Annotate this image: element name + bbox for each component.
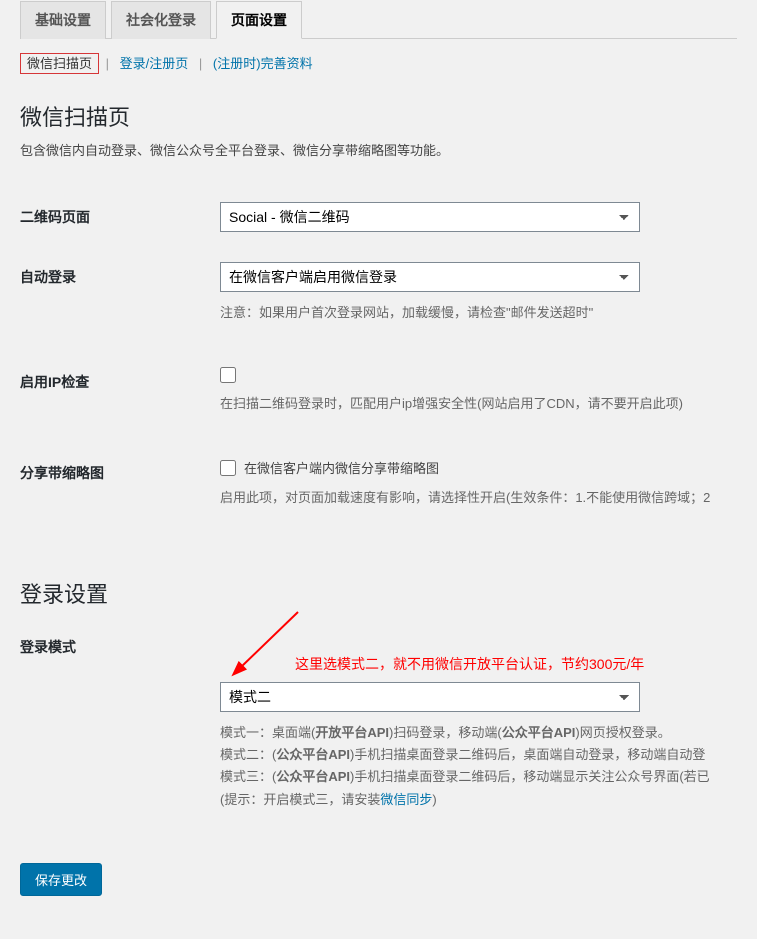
qr-page-select[interactable]: Social - 微信二维码	[220, 202, 640, 232]
subtab-complete-profile[interactable]: (注册时)完善资料	[209, 56, 317, 71]
form-table-login: 登录模式 这里选模式二，就不用微信开放平台认证，节约300元/年	[20, 617, 737, 838]
section-title-login-settings: 登录设置	[20, 577, 737, 609]
share-thumb-note: 启用此项，对页面加载速度有影响，请选择性开启(生效条件：1.不能使用微信跨域；2	[220, 487, 727, 509]
annotation-text: 这里选模式二，就不用微信开放平台认证，节约300元/年	[295, 654, 644, 674]
ip-check-checkbox[interactable]	[220, 367, 236, 383]
separator: |	[196, 56, 205, 71]
label-auto-login: 自动登录	[20, 247, 220, 352]
section-desc: 包含微信内自动登录、微信公众号全平台登录、微信分享带缩略图等功能。	[20, 140, 737, 159]
share-thumb-checkbox[interactable]	[220, 460, 236, 476]
form-table: 二维码页面 Social - 微信二维码 自动登录 在微信客户端启用微信登录 注…	[20, 187, 737, 537]
section-title-wechat-scan: 微信扫描页	[20, 100, 737, 132]
tab-page[interactable]: 页面设置	[216, 1, 302, 39]
wechat-sync-link[interactable]: 微信同步	[380, 792, 432, 807]
subtab-wechat-scan[interactable]: 微信扫描页	[20, 53, 99, 74]
tab-social[interactable]: 社会化登录	[111, 1, 211, 39]
save-button[interactable]: 保存更改	[20, 863, 102, 896]
label-share-thumb: 分享带缩略图	[20, 443, 220, 537]
auto-login-select[interactable]: 在微信客户端启用微信登录	[220, 262, 640, 292]
sub-tabs: 微信扫描页 | 登录/注册页 | (注册时)完善资料	[20, 53, 737, 72]
auto-login-note: 注意：如果用户首次登录网站，加载缓慢，请检查"邮件发送超时"	[220, 302, 727, 324]
label-login-mode: 登录模式	[20, 617, 220, 838]
label-qr-page: 二维码页面	[20, 187, 220, 247]
separator: |	[103, 56, 112, 71]
label-ip-check: 启用IP检查	[20, 352, 220, 443]
tab-basic[interactable]: 基础设置	[20, 1, 106, 39]
login-mode-note: 模式一：桌面端(开放平台API)扫码登录，移动端(公众平台API)网页授权登录。…	[220, 722, 727, 810]
share-thumb-checkbox-label: 在微信客户端内微信分享带缩略图	[244, 458, 439, 477]
ip-check-note: 在扫描二维码登录时，匹配用户ip增强安全性(网站启用了CDN，请不要开启此项)	[220, 393, 727, 415]
top-tabs: 基础设置 社会化登录 页面设置	[20, 0, 737, 39]
subtab-login-reg[interactable]: 登录/注册页	[116, 56, 193, 71]
login-mode-select[interactable]: 模式二	[220, 682, 640, 712]
